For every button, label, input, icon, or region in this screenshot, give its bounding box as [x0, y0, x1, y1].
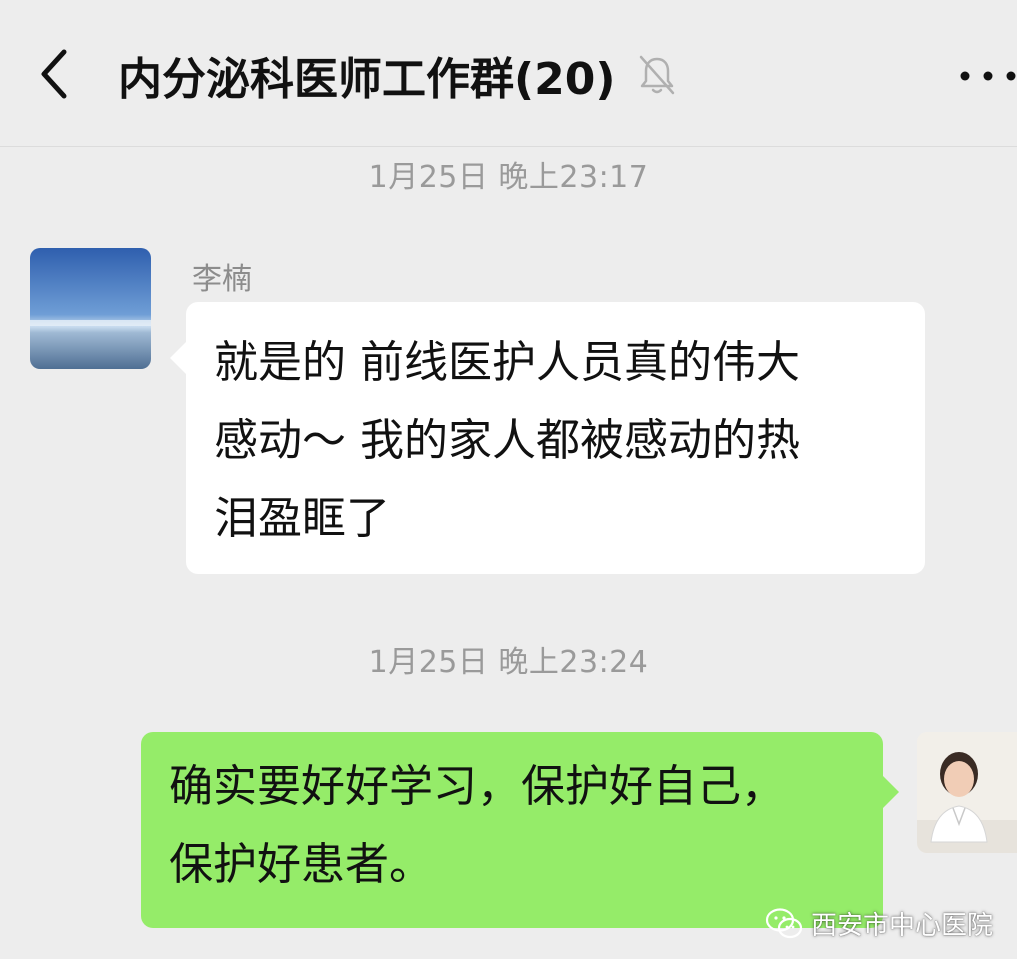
chat-header: 内分泌科医师工作群(20): [0, 0, 1017, 147]
message-line: 泪盈眶了: [214, 493, 390, 544]
chat-title: 内分泌科医师工作群(20): [118, 54, 616, 105]
message-line: 确实要好好学习，保护好自己，: [169, 761, 785, 812]
incoming-message-bubble[interactable]: 就是的 前线医护人员真的伟大 感动～ 我的家人都被感动的热 泪盈眶了: [170, 302, 925, 574]
sender-avatar[interactable]: [30, 248, 151, 369]
message-timestamp: 1月25日 晚上23:17: [368, 160, 649, 195]
message-line: 保护好患者。: [169, 839, 433, 890]
watermark-text: 西安市中心医院: [811, 911, 994, 941]
self-avatar[interactable]: [917, 732, 1017, 853]
message-line: 感动～ 我的家人都被感动的热: [214, 415, 800, 466]
wechat-icon: [765, 907, 803, 938]
more-button[interactable]: [955, 58, 1017, 94]
more-dots-icon: [960, 71, 1016, 81]
landscape-avatar-image: [30, 248, 151, 369]
message-text: 就是的 前线医护人员真的伟大 感动～ 我的家人都被感动的热 泪盈眶了: [214, 324, 901, 558]
chevron-left-icon: [41, 49, 67, 99]
account-watermark: 西安市中心医院: [765, 905, 993, 942]
message-line: 就是的 前线医护人员真的伟大: [214, 337, 800, 388]
back-button[interactable]: [30, 42, 82, 106]
message-text: 确实要好好学习，保护好自己， 保护好患者。: [169, 748, 863, 904]
title-area: 内分泌科医师工作群(20): [118, 40, 677, 110]
doctor-avatar-image: [917, 732, 1017, 853]
outgoing-message-bubble[interactable]: 确实要好好学习，保护好自己， 保护好患者。: [141, 732, 899, 928]
bell-off-icon: [640, 55, 675, 95]
message-timestamp: 1月25日 晚上23:24: [368, 645, 649, 680]
sender-name: 李楠: [192, 262, 252, 297]
